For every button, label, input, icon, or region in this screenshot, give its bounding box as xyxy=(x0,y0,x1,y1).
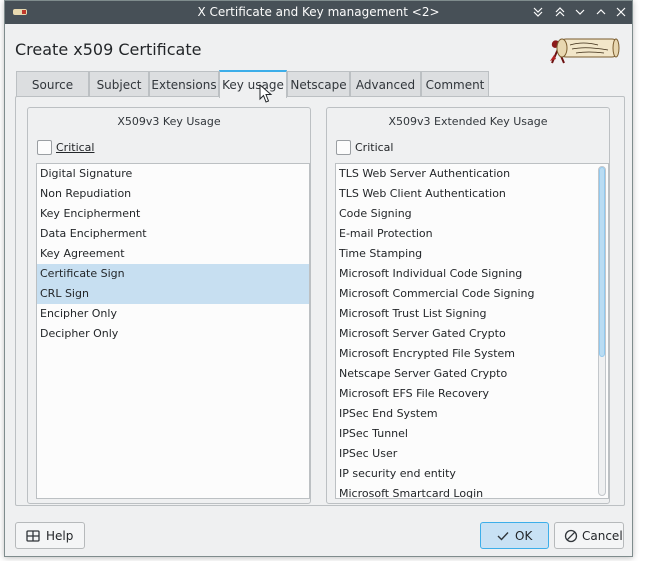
tab-advanced[interactable]: Advanced xyxy=(350,71,421,97)
scrollbar-thumb[interactable] xyxy=(599,167,605,357)
list-item[interactable]: E-mail Protection xyxy=(336,224,592,244)
key-usage-critical-checkbox[interactable] xyxy=(37,140,52,155)
list-item[interactable]: Netscape Server Gated Crypto xyxy=(336,364,592,384)
list-item[interactable]: Microsoft EFS File Recovery xyxy=(336,384,592,404)
keep-below-icon[interactable] xyxy=(530,4,546,20)
list-item[interactable]: Digital Signature xyxy=(37,164,309,184)
list-item[interactable]: Time Stamping xyxy=(336,244,592,264)
help-label: Help xyxy=(46,529,74,543)
list-item[interactable]: CRL Sign xyxy=(37,284,309,304)
mouse-cursor-icon xyxy=(259,84,273,103)
key-usage-list[interactable]: Digital Signature Non Repudiation Key En… xyxy=(36,163,310,499)
cancel-icon xyxy=(564,529,578,543)
tab-label: Comment xyxy=(425,78,485,92)
help-icon xyxy=(26,530,40,542)
tab-label: Extensions xyxy=(151,78,217,92)
extended-critical-label[interactable]: Critical xyxy=(355,141,393,154)
extended-key-usage-title: X509v3 Extended Key Usage xyxy=(388,115,548,128)
tab-netscape[interactable]: Netscape xyxy=(287,71,350,97)
list-item[interactable]: Key Encipherment xyxy=(37,204,309,224)
list-item[interactable]: IP security end entity xyxy=(336,464,592,484)
cancel-label: Cancel xyxy=(582,529,623,543)
tab-label: Source xyxy=(31,78,74,92)
title-bar[interactable]: X Certificate and Key management <2> xyxy=(5,1,632,24)
tab-label: Key usage xyxy=(222,78,284,92)
maximize-icon[interactable] xyxy=(593,4,609,20)
key-usage-group: X509v3 Key Usage Critical Digital Signat… xyxy=(27,107,311,504)
checkmark-icon xyxy=(497,532,509,541)
tab-label: Advanced xyxy=(355,78,416,92)
list-item[interactable]: TLS Web Server Authentication xyxy=(336,164,592,184)
help-button[interactable]: Help xyxy=(15,522,85,549)
list-item[interactable]: TLS Web Client Authentication xyxy=(336,184,592,204)
key-usage-panel: X509v3 Key Usage Critical Digital Signat… xyxy=(15,96,625,506)
tab-label: Subject xyxy=(96,78,142,92)
list-item[interactable]: Microsoft Trust List Signing xyxy=(336,304,592,324)
list-item[interactable]: IPSec End System xyxy=(336,404,592,424)
tab-extensions[interactable]: Extensions xyxy=(149,71,219,97)
list-item[interactable]: Decipher Only xyxy=(37,324,309,344)
list-item[interactable]: Key Agreement xyxy=(37,244,309,264)
list-item[interactable]: IPSec User xyxy=(336,444,592,464)
list-item[interactable]: IPSec Tunnel xyxy=(336,424,592,444)
list-item[interactable]: Microsoft Encrypted File System xyxy=(336,344,592,364)
extended-critical-checkbox[interactable] xyxy=(336,140,351,155)
list-item[interactable]: Data Encipherment xyxy=(37,224,309,244)
tab-source[interactable]: Source xyxy=(16,71,89,97)
list-item[interactable]: Certificate Sign xyxy=(37,264,309,284)
key-usage-title: X509v3 Key Usage xyxy=(117,115,221,128)
list-item[interactable]: Microsoft Server Gated Crypto xyxy=(336,324,592,344)
list-item[interactable]: Microsoft Individual Code Signing xyxy=(336,264,592,284)
extended-key-usage-group: X509v3 Extended Key Usage Critical TLS W… xyxy=(326,107,610,504)
page-title: Create x509 Certificate xyxy=(15,40,202,59)
extended-list-items: TLS Web Server Authentication TLS Web Cl… xyxy=(336,164,592,498)
ok-button[interactable]: OK xyxy=(480,522,549,549)
list-item[interactable]: Microsoft Smartcard Login xyxy=(336,484,592,498)
list-item[interactable]: Microsoft Commercial Code Signing xyxy=(336,284,592,304)
extended-list-scrollbar[interactable] xyxy=(598,166,606,496)
tab-comment[interactable]: Comment xyxy=(421,71,489,97)
key-usage-critical-label[interactable]: Critical xyxy=(56,141,94,154)
list-item[interactable]: Code Signing xyxy=(336,204,592,224)
list-item[interactable]: Encipher Only xyxy=(37,304,309,324)
list-item[interactable]: Non Repudiation xyxy=(37,184,309,204)
tab-key-usage[interactable]: Key usage xyxy=(219,70,287,98)
keep-above-icon[interactable] xyxy=(552,4,568,20)
tab-label: Netscape xyxy=(290,78,347,92)
minimize-icon[interactable] xyxy=(572,4,588,20)
extended-key-usage-list[interactable]: TLS Web Server Authentication TLS Web Cl… xyxy=(335,163,609,499)
dialog-window: X Certificate and Key management <2> Cre… xyxy=(4,0,633,557)
tab-subject[interactable]: Subject xyxy=(89,71,149,97)
certificate-scroll-logo xyxy=(550,38,620,64)
cancel-button[interactable]: Cancel xyxy=(554,522,624,549)
ok-label: OK xyxy=(515,529,533,543)
close-icon[interactable] xyxy=(613,4,629,20)
